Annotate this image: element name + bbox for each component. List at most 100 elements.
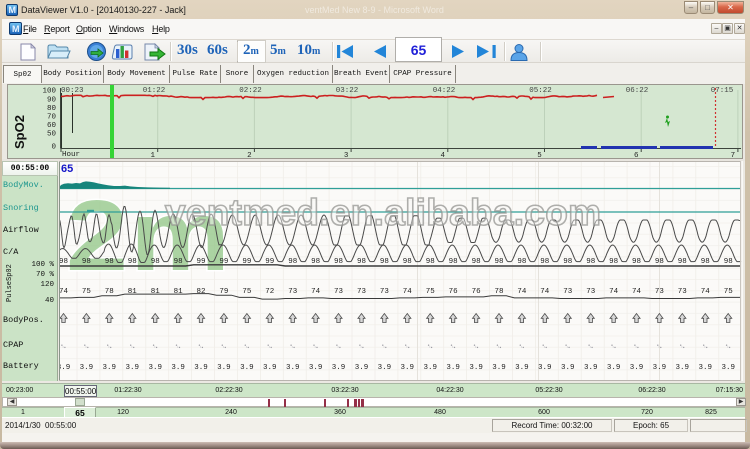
svg-text:98: 98 (288, 258, 297, 266)
svg-text:81: 81 (174, 288, 184, 296)
svg-text:98: 98 (380, 258, 389, 266)
svg-text:73: 73 (563, 288, 573, 296)
svg-text:03:22: 03:22 (336, 87, 359, 95)
svg-text:99: 99 (219, 258, 228, 266)
svg-text:72: 72 (265, 288, 274, 296)
svg-text:3.9: 3.9 (676, 364, 690, 372)
svg-text:1: 1 (150, 152, 155, 158)
svg-text:3.9: 3.9 (286, 364, 300, 372)
svg-text:3.9: 3.9 (721, 364, 735, 372)
svg-text:81: 81 (151, 288, 161, 296)
svg-text:98: 98 (724, 258, 733, 266)
svg-text:3.9: 3.9 (538, 364, 552, 372)
svg-text:3: 3 (344, 152, 349, 158)
svg-text:98: 98 (174, 258, 183, 266)
svg-text:73: 73 (678, 288, 688, 296)
svg-text:98: 98 (151, 258, 160, 266)
svg-text:76: 76 (472, 288, 482, 296)
svg-text:74: 74 (701, 288, 711, 296)
svg-text:75: 75 (724, 288, 734, 296)
svg-text:98: 98 (494, 258, 503, 266)
svg-text:70: 70 (47, 114, 57, 122)
svg-text:3.9: 3.9 (217, 364, 231, 372)
svg-text:Hour: Hour (62, 151, 80, 158)
svg-text:60: 60 (47, 122, 57, 130)
svg-text:3.9: 3.9 (332, 364, 346, 372)
svg-text:3.9: 3.9 (446, 364, 460, 372)
svg-text:3.9: 3.9 (653, 364, 667, 372)
svg-text:81: 81 (128, 288, 138, 296)
svg-text:6: 6 (634, 152, 639, 158)
svg-text:98: 98 (563, 258, 572, 266)
svg-text:100: 100 (42, 88, 56, 96)
svg-text:99: 99 (196, 258, 205, 266)
svg-text:3.9: 3.9 (630, 364, 644, 372)
svg-text:98: 98 (334, 258, 343, 266)
svg-text:06:22: 06:22 (626, 87, 649, 95)
svg-text:3.9: 3.9 (561, 364, 575, 372)
svg-text:3.9: 3.9 (423, 364, 437, 372)
svg-text:74: 74 (311, 288, 321, 296)
svg-text:73: 73 (586, 288, 596, 296)
svg-text:99: 99 (265, 258, 274, 266)
svg-text:3.9: 3.9 (699, 364, 713, 372)
svg-text:78: 78 (105, 288, 114, 296)
svg-text:3.9: 3.9 (240, 364, 254, 372)
svg-text:3.9: 3.9 (59, 364, 70, 372)
svg-text:50: 50 (47, 131, 57, 139)
svg-text:3.9: 3.9 (171, 364, 185, 372)
svg-text:98: 98 (472, 258, 481, 266)
svg-text:3.9: 3.9 (263, 364, 277, 372)
svg-text:3.9: 3.9 (148, 364, 162, 372)
svg-text:98: 98 (357, 258, 366, 266)
svg-text:98: 98 (311, 258, 320, 266)
svg-text:98: 98 (517, 258, 526, 266)
svg-text:3.9: 3.9 (80, 364, 94, 372)
svg-text:3.9: 3.9 (492, 364, 506, 372)
svg-text:73: 73 (288, 288, 298, 296)
svg-text:0: 0 (51, 144, 56, 152)
svg-text:74: 74 (540, 288, 550, 296)
svg-text:74: 74 (609, 288, 619, 296)
svg-text:5: 5 (537, 152, 542, 158)
svg-text:3.9: 3.9 (469, 364, 483, 372)
svg-text:73: 73 (380, 288, 390, 296)
svg-text:75: 75 (426, 288, 436, 296)
svg-text:7: 7 (731, 152, 736, 158)
svg-text:3.9: 3.9 (607, 364, 621, 372)
svg-text:2: 2 (66, 180, 128, 292)
svg-text:65: 65 (61, 163, 73, 175)
svg-text:3.9: 3.9 (378, 364, 392, 372)
svg-text:73: 73 (655, 288, 665, 296)
svg-text:98: 98 (678, 258, 687, 266)
svg-text:98: 98 (586, 258, 595, 266)
svg-text:3.9: 3.9 (355, 364, 369, 372)
svg-text:78: 78 (494, 288, 503, 296)
svg-text:79: 79 (219, 288, 228, 296)
svg-text:3.9: 3.9 (194, 364, 208, 372)
svg-text:98: 98 (403, 258, 412, 266)
svg-text:74: 74 (59, 288, 68, 296)
svg-text:73: 73 (357, 288, 367, 296)
svg-text:98: 98 (632, 258, 641, 266)
svg-text:4: 4 (441, 152, 446, 158)
svg-text:3.9: 3.9 (401, 364, 415, 372)
svg-text:98: 98 (426, 258, 435, 266)
svg-text:98: 98 (449, 258, 458, 266)
svg-text:98: 98 (105, 258, 114, 266)
svg-text:05:22: 05:22 (529, 87, 552, 95)
svg-text:3.9: 3.9 (584, 364, 598, 372)
svg-text:90: 90 (47, 97, 57, 105)
svg-text:75: 75 (242, 288, 252, 296)
svg-text:74: 74 (632, 288, 642, 296)
svg-text:07:15: 07:15 (711, 87, 734, 95)
svg-text:98: 98 (655, 258, 664, 266)
svg-text:3.9: 3.9 (515, 364, 529, 372)
svg-text:98: 98 (701, 258, 710, 266)
svg-text:98: 98 (128, 258, 137, 266)
svg-text:3.9: 3.9 (103, 364, 117, 372)
svg-text:98: 98 (59, 258, 68, 266)
svg-text:74: 74 (403, 288, 413, 296)
svg-text:98: 98 (82, 258, 91, 266)
svg-text:75: 75 (82, 288, 92, 296)
